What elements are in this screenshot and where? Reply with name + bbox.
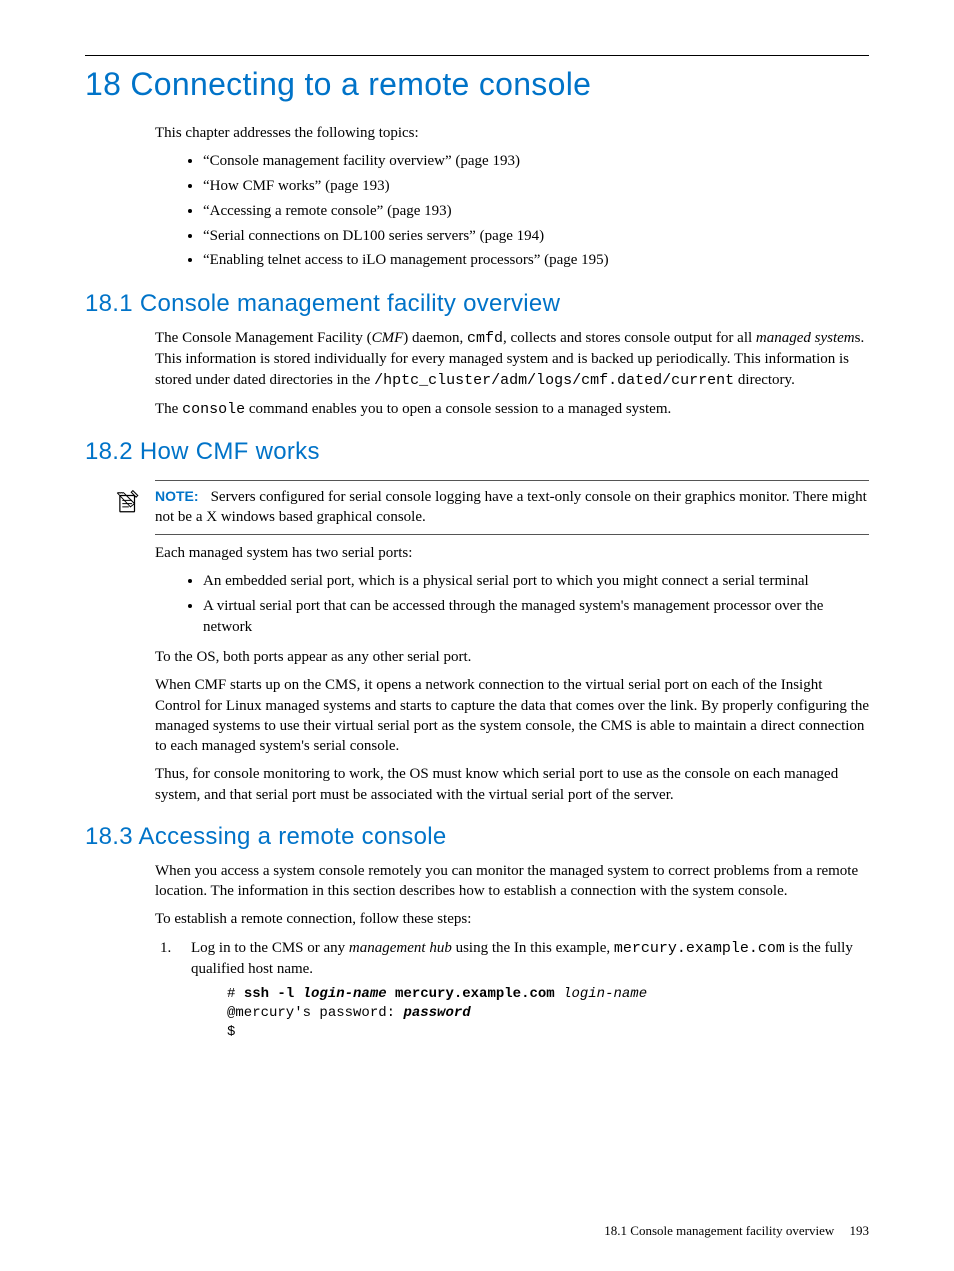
s2-paragraph-2: To the OS, both ports appear as any othe…: [155, 647, 869, 667]
note-label: NOTE:: [155, 488, 199, 504]
s2-paragraph-4: Thus, for console monitoring to work, th…: [155, 764, 869, 805]
s3-paragraph-2: To establish a remote connection, follow…: [155, 909, 869, 929]
note-rule-top: [155, 480, 869, 481]
intro-text: This chapter addresses the following top…: [155, 123, 869, 143]
s3-paragraph-1: When you access a system console remotel…: [155, 861, 869, 902]
top-rule: [85, 55, 869, 56]
note-text: Servers configured for serial console lo…: [155, 489, 867, 525]
page-footer: 18.1 Console management facility overvie…: [604, 1223, 869, 1239]
section-heading-18-1: 18.1 Console management facility overvie…: [85, 290, 869, 318]
code-block: # ssh -l login-name mercury.example.com …: [227, 985, 869, 1042]
s2-bullet-list: An embedded serial port, which is a phys…: [203, 571, 869, 639]
toc-item[interactable]: “Console management facility overview” (…: [203, 151, 869, 173]
footer-label: 18.1 Console management facility overvie…: [604, 1223, 834, 1238]
toc-item[interactable]: “Enabling telnet access to iLO managemen…: [203, 250, 869, 272]
note-icon: [115, 487, 155, 515]
s2-paragraph-3: When CMF starts up on the CMS, it opens …: [155, 675, 869, 756]
page-number: 193: [850, 1223, 870, 1238]
chapter-title: 18 Connecting to a remote console: [85, 66, 869, 103]
toc-item[interactable]: “Accessing a remote console” (page 193): [203, 201, 869, 223]
list-item: A virtual serial port that can be access…: [203, 596, 869, 640]
step-1: Log in to the CMS or any management hub …: [175, 938, 869, 1042]
toc-item[interactable]: “How CMF works” (page 193): [203, 176, 869, 198]
toc-item[interactable]: “Serial connections on DL100 series serv…: [203, 226, 869, 248]
note-block: NOTE:Servers configured for serial conso…: [155, 480, 869, 535]
s1-paragraph-2: The console command enables you to open …: [155, 399, 869, 420]
note-rule-bottom: [155, 534, 869, 535]
steps-list: Log in to the CMS or any management hub …: [175, 938, 869, 1042]
s1-paragraph-1: The Console Management Facility (CMF) da…: [155, 328, 869, 391]
section-heading-18-2: 18.2 How CMF works: [85, 438, 869, 466]
list-item: An embedded serial port, which is a phys…: [203, 571, 869, 593]
section-heading-18-3: 18.3 Accessing a remote console: [85, 823, 869, 851]
s2-paragraph-1: Each managed system has two serial ports…: [155, 543, 869, 563]
toc-list: “Console management facility overview” (…: [203, 151, 869, 272]
